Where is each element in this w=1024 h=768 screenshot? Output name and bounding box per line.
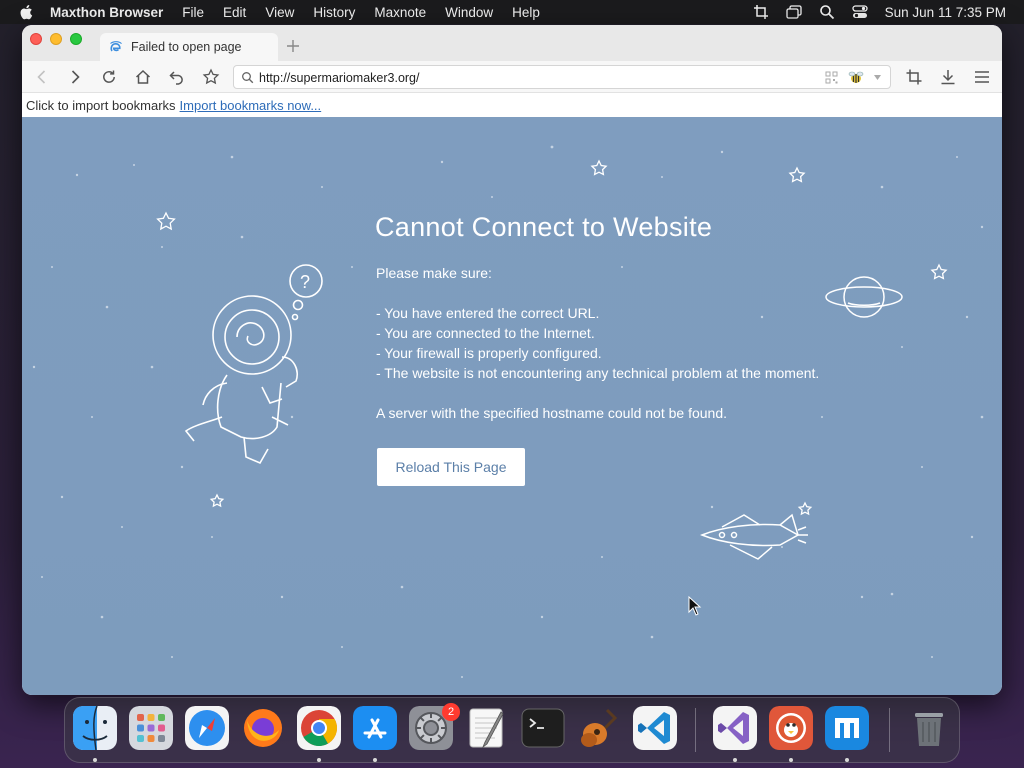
error-intro: Please make sure: [376, 265, 492, 281]
running-indicator [93, 758, 97, 762]
dock-vscode[interactable] [633, 706, 677, 750]
dock-firefox[interactable] [241, 706, 285, 750]
running-indicator [373, 758, 377, 762]
space-shuttle-drawing [699, 513, 808, 560]
dock-chrome[interactable] [297, 706, 341, 750]
finder-icon [73, 706, 117, 750]
astronaut-drawing: ? [184, 264, 323, 465]
checklist-item: - Your firewall is properly configured. [376, 345, 602, 361]
minimize-window-button[interactable] [50, 33, 62, 45]
dock-separator [889, 708, 890, 752]
dock-finder[interactable] [73, 706, 117, 750]
dock-visual-studio[interactable] [713, 706, 757, 750]
running-indicator [317, 758, 321, 762]
error-detail: A server with the specified hostname cou… [376, 405, 727, 421]
crop-icon[interactable] [753, 4, 769, 20]
menu-help[interactable]: Help [512, 5, 540, 20]
import-bookmarks-prompt: Click to import bookmarks [26, 97, 176, 113]
menu-edit[interactable]: Edit [223, 5, 246, 20]
checklist-item: - You have entered the correct URL. [376, 305, 600, 321]
planet-drawing [825, 276, 903, 318]
tab-title: Failed to open page [131, 40, 242, 54]
notification-badge: 2 [442, 703, 460, 721]
browser-window: Failed to open page http://supermariomak… [22, 25, 1002, 695]
checklist-item: - You are connected to the Internet. [376, 325, 595, 341]
dock-app-store[interactable] [353, 706, 397, 750]
address-bar[interactable]: http://supermariomaker3.org/ [233, 65, 891, 89]
textedit-icon [469, 708, 504, 749]
dock-launchpad[interactable] [129, 706, 173, 750]
back-icon[interactable] [33, 68, 51, 86]
trash-icon [915, 713, 943, 746]
menu-file[interactable]: File [182, 5, 204, 20]
dock-duckduckgo[interactable] [769, 706, 813, 750]
svg-text:?: ? [300, 272, 310, 292]
running-indicator [845, 758, 849, 762]
home-icon[interactable] [134, 68, 152, 86]
terminal-icon [521, 708, 565, 748]
bookmark-star-icon[interactable] [202, 68, 220, 86]
import-bookmarks-link[interactable]: Import bookmarks now... [180, 98, 322, 113]
app-store-icon [353, 706, 397, 750]
forward-icon[interactable] [66, 68, 84, 86]
dock-safari[interactable] [185, 706, 229, 750]
control-center-icon[interactable] [852, 4, 868, 20]
maxthon-icon [825, 706, 869, 750]
menu-bar: Maxthon Browser File Edit View History M… [0, 0, 1024, 24]
dock-garageband[interactable] [577, 706, 621, 750]
search-icon[interactable] [819, 4, 835, 20]
dock-terminal[interactable] [521, 706, 565, 750]
mouse-pointer-icon [688, 596, 702, 616]
url-text[interactable]: http://supermariomaker3.org/ [259, 71, 420, 85]
checklist-item: - The website is not encountering any te… [376, 365, 820, 381]
launchpad-icon [129, 706, 173, 750]
tab-active[interactable]: Failed to open page [100, 33, 278, 61]
menu-app-name[interactable]: Maxthon Browser [50, 5, 163, 20]
dock-maxthon[interactable] [825, 706, 869, 750]
firefox-icon [244, 709, 282, 747]
qr-code-icon[interactable] [825, 71, 838, 84]
duckduckgo-icon [769, 706, 813, 750]
running-indicator [733, 758, 737, 762]
search-icon [242, 72, 254, 84]
menu-history[interactable]: History [313, 5, 355, 20]
dock: 2 [64, 697, 960, 763]
navigation-toolbar: http://supermariomaker3.org/ [22, 61, 1002, 93]
chrome-icon [297, 706, 341, 750]
menu-maxnote[interactable]: Maxnote [374, 5, 426, 20]
reload-icon[interactable] [100, 68, 118, 86]
menu-window[interactable]: Window [445, 5, 493, 20]
error-page: ? Cannot Connect to Website Please make … [22, 117, 1002, 695]
menu-view[interactable]: View [265, 5, 294, 20]
error-page-icon [110, 41, 122, 52]
undo-close-tab-icon[interactable] [168, 68, 186, 86]
running-indicator [789, 758, 793, 762]
error-title: Cannot Connect to Website [375, 212, 713, 242]
close-window-button[interactable] [30, 33, 42, 45]
title-bar: Failed to open page [22, 25, 1002, 61]
screenshot-crop-icon[interactable] [905, 68, 923, 86]
reload-page-button[interactable]: Reload This Page [377, 448, 525, 486]
dock-textedit[interactable] [465, 706, 509, 750]
window-switcher-icon[interactable] [786, 4, 802, 20]
menu-clock[interactable]: Sun Jun 11 7:35 PM [885, 5, 1006, 20]
apple-icon[interactable] [18, 3, 36, 21]
maximize-window-button[interactable] [70, 33, 82, 45]
vscode-icon [633, 706, 677, 750]
safari-icon [185, 706, 229, 750]
menu-hamburger-icon[interactable] [973, 68, 991, 86]
new-tab-plus-icon[interactable] [285, 38, 301, 54]
chevron-down-icon[interactable] [874, 75, 881, 80]
dock-trash[interactable] [907, 706, 951, 750]
guitar-icon [581, 708, 618, 747]
visual-studio-icon [713, 706, 757, 750]
bee-extension-icon[interactable] [848, 70, 864, 85]
bookmarks-bar: Click to import bookmarks Import bookmar… [22, 93, 1002, 117]
dock-separator [695, 708, 696, 752]
download-icon[interactable] [939, 68, 957, 86]
